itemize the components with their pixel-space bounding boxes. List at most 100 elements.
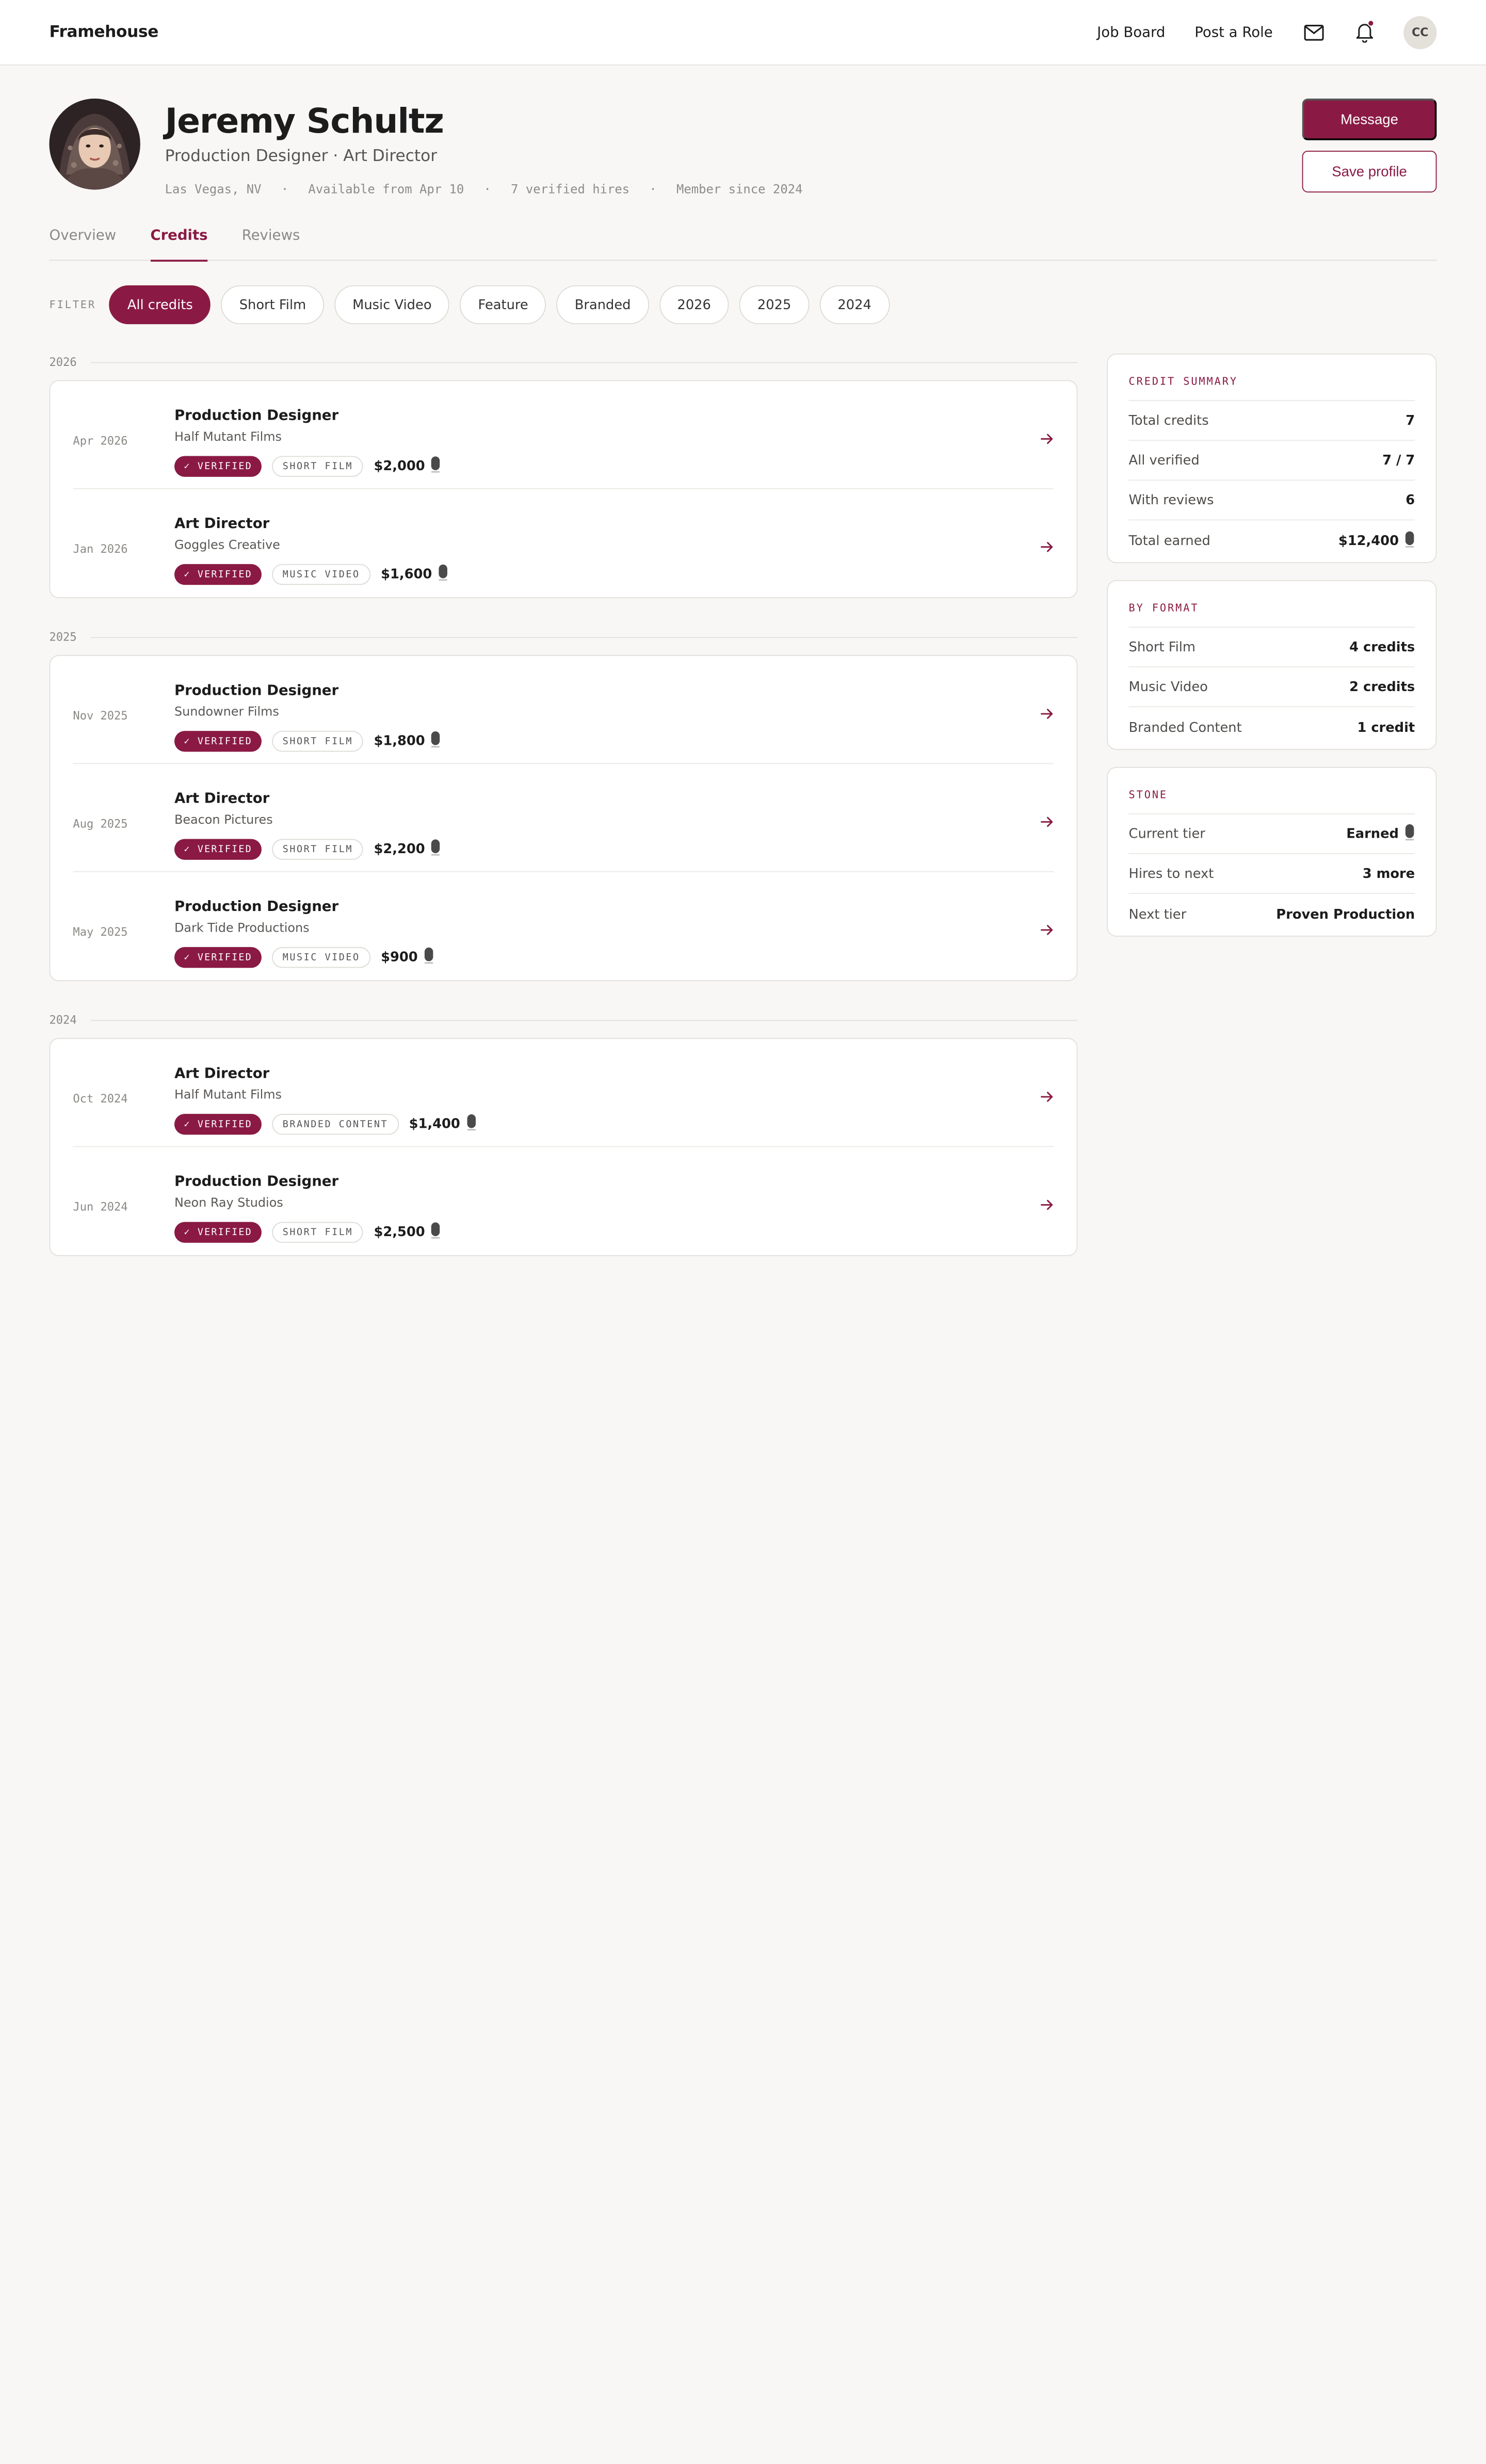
credit-company: Beacon Pictures <box>174 813 273 828</box>
row-label: Hires to next <box>1128 866 1214 882</box>
filter-chip-all-credits[interactable]: All credits <box>109 285 211 325</box>
meta-hires: 7 verified hires <box>511 183 630 198</box>
nav-job-board[interactable]: Job Board <box>1097 24 1165 41</box>
meta-separator: · <box>649 183 657 198</box>
panel-title: STONE <box>1128 768 1415 814</box>
bell-icon[interactable] <box>1354 20 1375 43</box>
user-avatar[interactable]: CC <box>1403 15 1437 49</box>
credit-row[interactable]: Aug 2025 Art Director Beacon Pictures ✓ VER… <box>73 764 1054 872</box>
format-badge: SHORT FILM <box>272 456 364 477</box>
credit-company: Half Mutant Films <box>174 1088 282 1103</box>
arrow-right-icon[interactable] <box>1041 706 1054 719</box>
stone-icon <box>431 731 441 751</box>
meta-separator: · <box>483 183 491 198</box>
stone-panel: STONE Current tier Earned Hires to next 3 … <box>1107 766 1437 937</box>
credit-date: Oct 2024 <box>73 1092 128 1106</box>
credit-row[interactable]: Jan 2026 Art Director Goggles Creative ✓ VE… <box>73 489 1054 597</box>
credit-amount: $2,000 <box>374 458 425 474</box>
summary-row: All verified 7 / 7 <box>1128 441 1415 481</box>
stone-row: Hires to next 3 more <box>1128 854 1415 894</box>
credit-amount: $1,400 <box>409 1116 460 1132</box>
credit-date: May 2025 <box>73 925 128 939</box>
arrow-right-icon[interactable] <box>1041 431 1054 445</box>
credit-year-card: Apr 2026 Production Designer Half Mutant F… <box>49 380 1078 598</box>
format-badge: SHORT FILM <box>272 731 364 752</box>
credit-title: Art Director <box>174 1064 270 1082</box>
format-badge: MUSIC VIDEO <box>272 947 370 968</box>
verified-badge: ✓ VERIFIED <box>174 731 262 752</box>
divider-line <box>91 1019 1078 1021</box>
row-value-with-stone: Earned <box>1346 823 1415 844</box>
credit-row[interactable]: Oct 2024 Art Director Half Mutant Films ✓ V… <box>73 1039 1054 1147</box>
save-profile-button[interactable]: Save profile <box>1302 151 1437 193</box>
profile-tabs: Overview Credits Reviews <box>49 223 1437 262</box>
filter-chip-music-video[interactable]: Music Video <box>334 285 450 325</box>
meta-separator: · <box>281 183 289 198</box>
filter-chip-feature[interactable]: Feature <box>460 285 546 325</box>
credit-amount: $1,600 <box>381 567 432 582</box>
arrow-right-icon[interactable] <box>1041 922 1054 936</box>
verified-badge: ✓ VERIFIED <box>174 456 262 477</box>
year-label: 2025 <box>49 630 77 644</box>
credit-tags: ✓ VERIFIED SHORT FILM $1,800 <box>174 731 441 752</box>
row-label: With reviews <box>1128 492 1214 508</box>
message-button[interactable]: Message <box>1302 99 1437 140</box>
arrow-right-icon[interactable] <box>1041 814 1054 828</box>
row-label: Music Video <box>1128 679 1208 695</box>
row-label: Branded Content <box>1128 720 1242 736</box>
verified-badge: ✓ VERIFIED <box>174 1222 262 1243</box>
credit-company: Neon Ray Studios <box>174 1196 283 1211</box>
tab-overview[interactable]: Overview <box>50 223 117 261</box>
nav-actions: Job Board Post a Role CC <box>1068 15 1437 49</box>
nav-post-role[interactable]: Post a Role <box>1194 24 1272 41</box>
year-divider: 2026 <box>50 351 1078 374</box>
credit-row[interactable]: Jun 2024 Production Designer Neon Ray Stud… <box>73 1147 1054 1255</box>
credit-amount: $900 <box>381 950 418 965</box>
divider-line <box>91 361 1078 363</box>
profile-roles: Production Designer · Art Director <box>165 147 438 166</box>
credit-tags: ✓ VERIFIED MUSIC VIDEO $900 <box>174 947 434 968</box>
meta-member-since: Member since 2024 <box>676 183 803 198</box>
credit-company: Dark Tide Productions <box>174 921 310 936</box>
format-badge: SHORT FILM <box>272 1222 364 1243</box>
year-divider: 2024 <box>50 1009 1078 1031</box>
filter-chip-2025[interactable]: 2025 <box>739 285 810 325</box>
credit-date: Nov 2025 <box>73 709 128 723</box>
filter-chip-short-film[interactable]: Short Film <box>221 285 325 325</box>
credit-row[interactable]: Nov 2025 Production Designer Sundowner Fil… <box>73 656 1054 764</box>
credit-company: Half Mutant Films <box>174 430 282 445</box>
filter-chip-2024[interactable]: 2024 <box>819 285 890 325</box>
row-label: Current tier <box>1128 826 1205 842</box>
tab-reviews[interactable]: Reviews <box>242 223 300 261</box>
filter-chip-2026[interactable]: 2026 <box>659 285 729 325</box>
year-label: 2026 <box>49 355 77 369</box>
arrow-right-icon[interactable] <box>1041 1089 1054 1102</box>
credit-year-card: Nov 2025 Production Designer Sundowner Fil… <box>49 655 1078 981</box>
arrow-right-icon[interactable] <box>1041 539 1054 553</box>
credit-tags: ✓ VERIFIED BRANDED CONTENT $1,400 <box>174 1114 476 1135</box>
stone-icon <box>431 1222 441 1243</box>
panel-title: CREDIT SUMMARY <box>1128 355 1415 401</box>
credit-title: Production Designer <box>174 898 339 915</box>
verified-badge: ✓ VERIFIED <box>174 564 262 585</box>
filter-chip-branded[interactable]: Branded <box>556 285 649 325</box>
stone-icon <box>431 456 441 476</box>
total-earned-value: $12,400 <box>1338 534 1399 549</box>
row-value: 7 <box>1406 412 1415 428</box>
brand-logo[interactable]: Framehouse <box>50 23 159 42</box>
credit-row[interactable]: May 2025 Production Designer Dark Tide Pro… <box>73 872 1054 980</box>
credits-list: 2026 Apr 2026 Production Designer Half Muta… <box>49 351 1078 1284</box>
current-tier-value: Earned <box>1346 826 1399 842</box>
credit-row[interactable]: Apr 2026 Production Designer Half Mutant F… <box>73 381 1054 489</box>
summary-row: Total earned $12,400 <box>1129 520 1415 562</box>
credit-date: Apr 2026 <box>73 434 128 447</box>
mail-icon[interactable] <box>1303 22 1323 42</box>
tab-credits[interactable]: Credits <box>150 223 208 262</box>
credit-date: Aug 2025 <box>73 817 128 830</box>
arrow-right-icon[interactable] <box>1041 1197 1054 1211</box>
format-badge: MUSIC VIDEO <box>272 564 370 585</box>
verified-badge: ✓ VERIFIED <box>174 947 262 968</box>
panel-title: BY FORMAT <box>1128 581 1415 628</box>
format-badge: BRANDED CONTENT <box>272 1114 399 1135</box>
row-value: 6 <box>1406 492 1415 508</box>
